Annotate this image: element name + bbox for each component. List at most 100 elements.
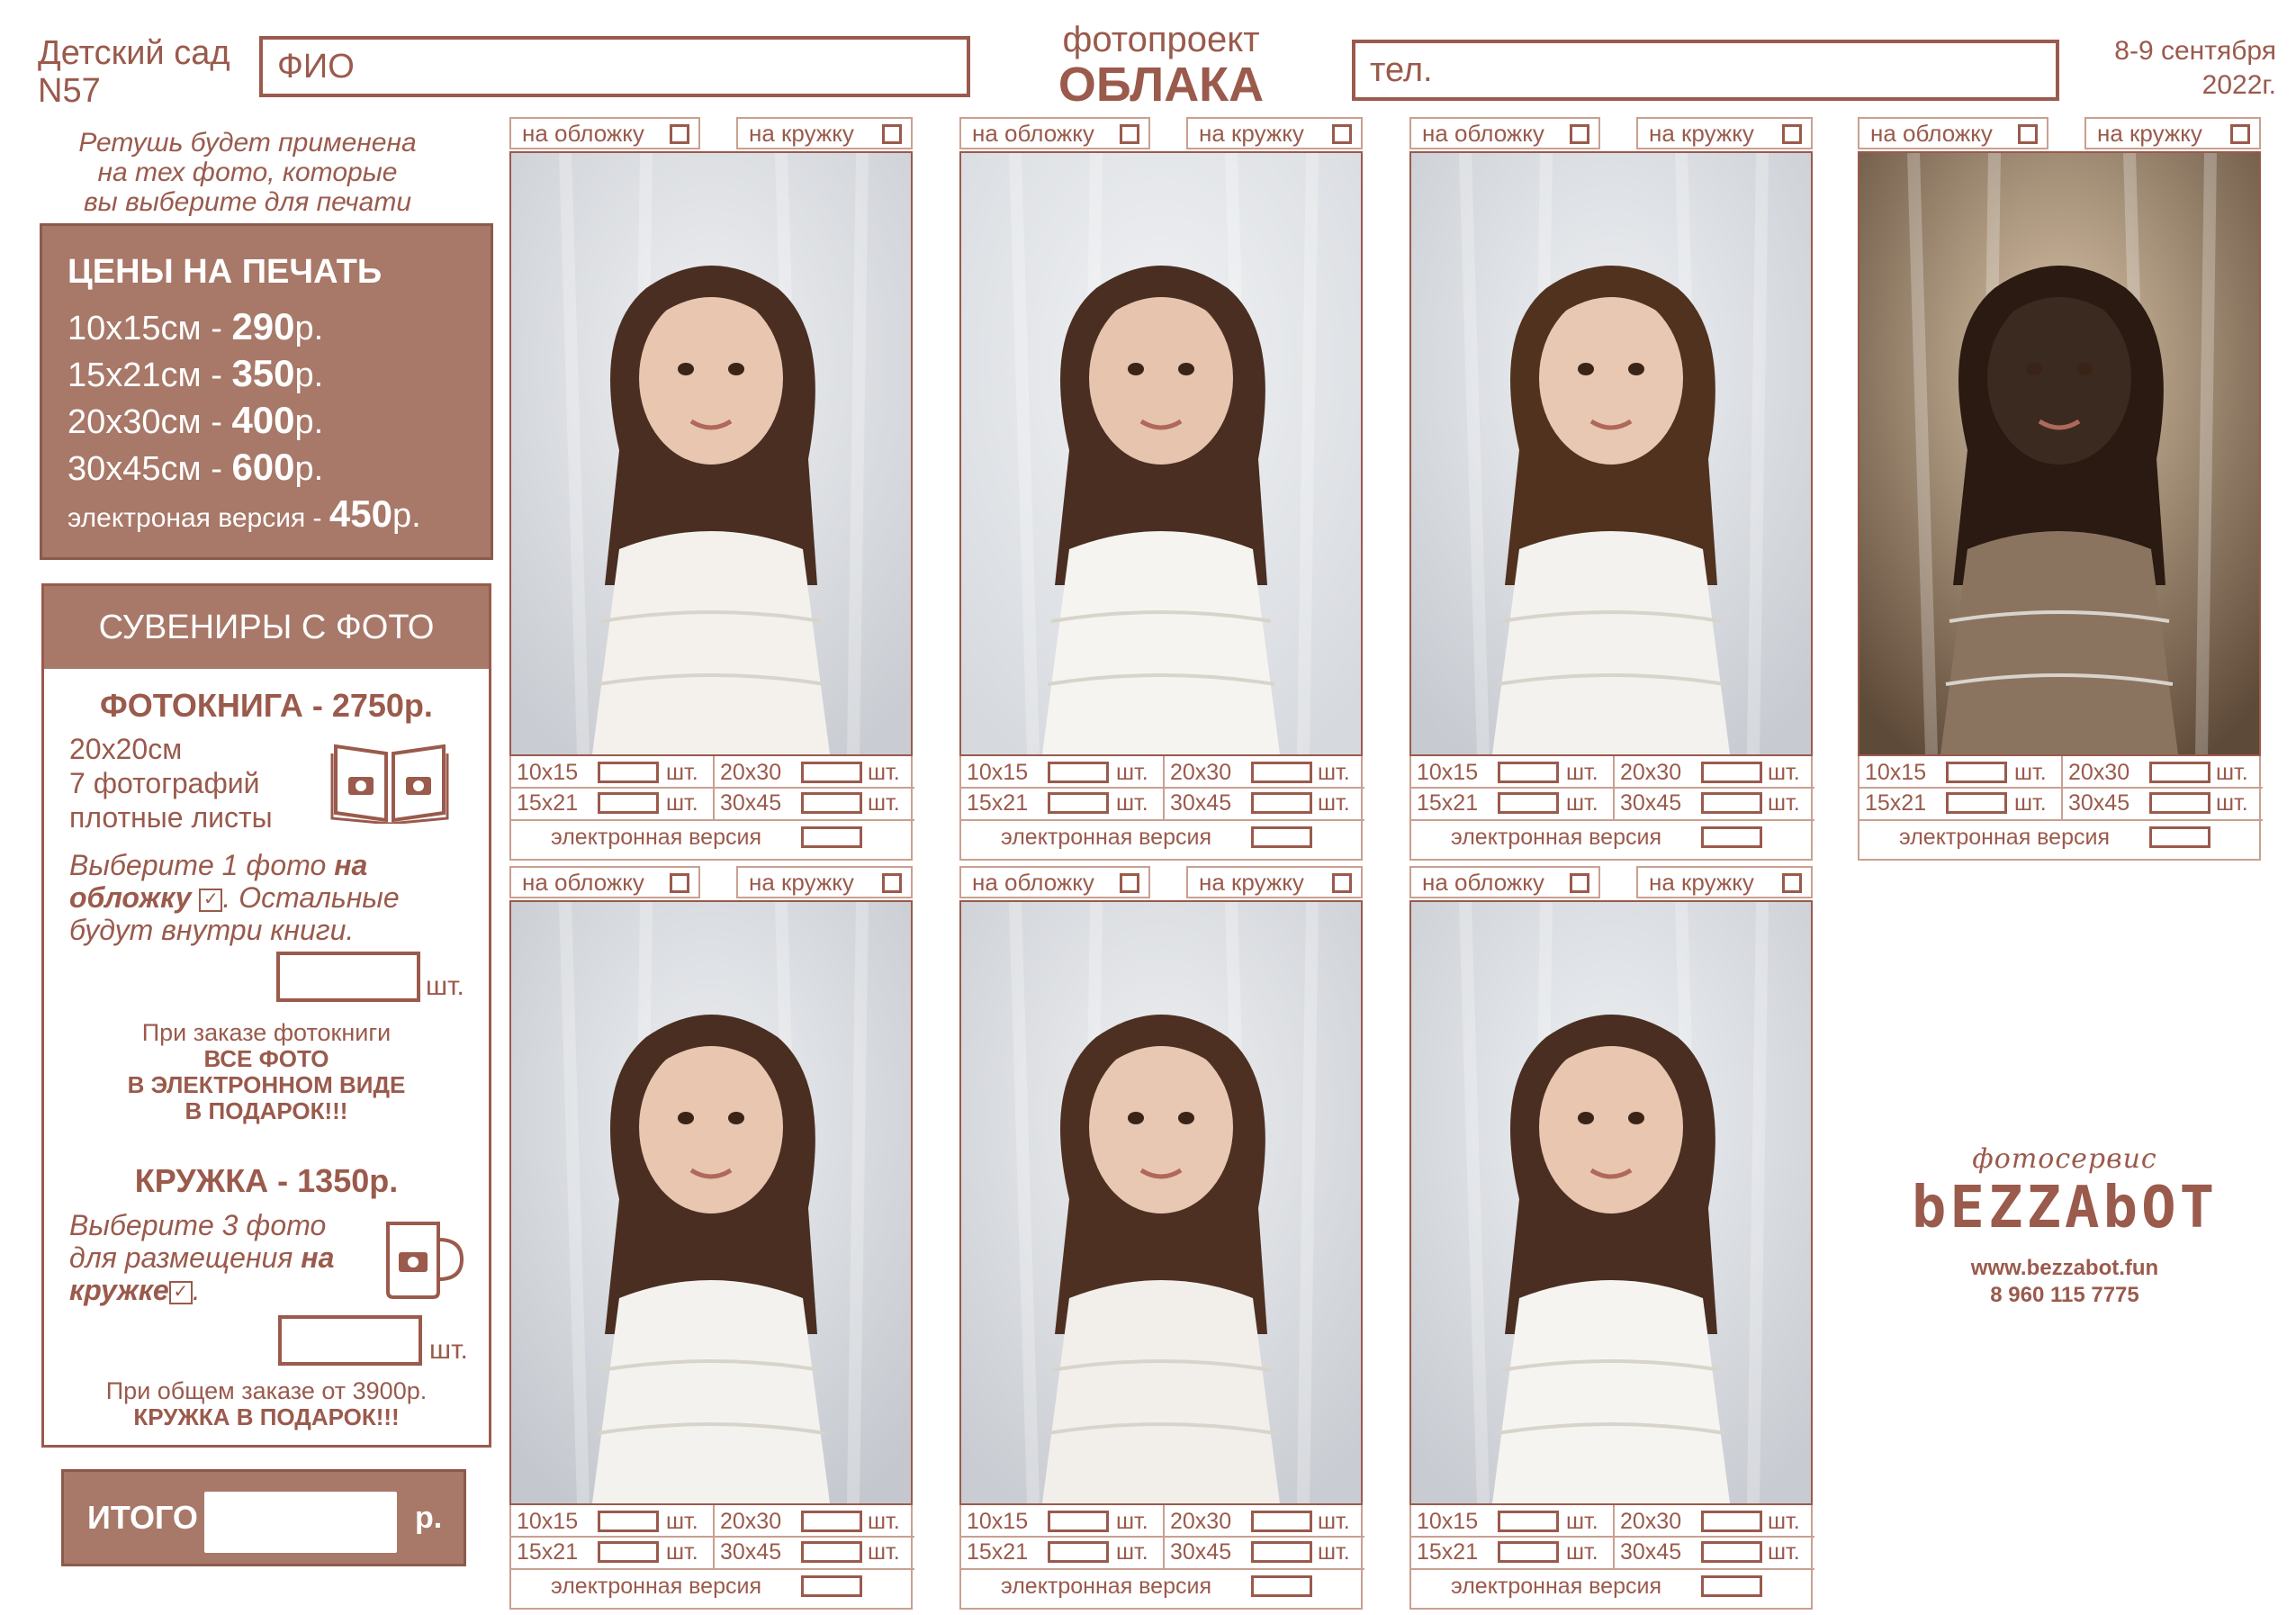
qty-input-15x21[interactable] [1498, 792, 1559, 814]
cover-option[interactable]: на обложку [509, 866, 700, 898]
qty-input-30x45[interactable] [2149, 792, 2210, 814]
cover-checkbox[interactable] [1570, 873, 1589, 893]
cover-option[interactable]: на обложку [509, 117, 700, 149]
qty-input-10x15[interactable] [1946, 762, 2007, 783]
website[interactable]: www.bezzabot.fun [1894, 1255, 2236, 1282]
cover-checkbox[interactable] [670, 124, 689, 144]
portrait-photo[interactable] [959, 151, 1363, 756]
mug-option[interactable]: на кружку [736, 866, 913, 898]
mug-checkbox[interactable] [2230, 124, 2250, 144]
mug-checkbox[interactable] [1332, 873, 1352, 893]
qty-input-30x45[interactable] [1251, 792, 1312, 814]
price-row: 15x21см - 350р. [68, 351, 491, 398]
cover-checkbox[interactable] [670, 873, 689, 893]
qty-input-20x30[interactable] [1701, 1511, 1762, 1532]
unit-label: шт. [868, 1539, 900, 1565]
qty-input-10x15[interactable] [1048, 762, 1109, 783]
cover-checkbox[interactable] [2018, 124, 2038, 144]
qty-input-10x15[interactable] [598, 1511, 659, 1532]
mug-qty-input[interactable] [278, 1315, 422, 1366]
price-size: 20x30см - [68, 403, 232, 441]
electronic-checkbox[interactable] [801, 1575, 862, 1597]
souvenirs-panel: СУВЕНИРЫ С ФОТО ФОТОКНИГА - 2750р. 20x20… [41, 583, 491, 1448]
qty-input-15x21[interactable] [1498, 1541, 1559, 1563]
phone-number: 8 960 115 7775 [1990, 1283, 2139, 1307]
cover-option[interactable]: на обложку [1858, 117, 2048, 149]
name-field[interactable]: ФИО [259, 36, 970, 97]
qty-input-20x30[interactable] [801, 1511, 862, 1532]
mug-checkbox[interactable] [1782, 873, 1802, 893]
mug-checkbox[interactable] [1782, 124, 1802, 144]
electronic-checkbox[interactable] [1251, 1575, 1312, 1597]
cover-option[interactable]: на обложку [959, 117, 1150, 149]
cover-checkbox[interactable] [1120, 124, 1139, 144]
cover-label: на обложку [1870, 120, 1993, 147]
photobook-qty-unit: шт. [426, 971, 464, 1001]
portrait-photo[interactable] [1409, 900, 1813, 1505]
size-label: 15x21 [1417, 1539, 1479, 1565]
qty-input-10x15[interactable] [1048, 1511, 1109, 1532]
mug-option[interactable]: на кружку [1186, 117, 1363, 149]
photobook-qty-input[interactable] [276, 952, 420, 1002]
qty-input-15x21[interactable] [1946, 792, 2007, 814]
cover-option[interactable]: на обложку [1409, 866, 1600, 898]
grid-divider [511, 1568, 914, 1570]
qty-input-30x45[interactable] [801, 792, 862, 814]
mug-option[interactable]: на кружку [1636, 866, 1813, 898]
electronic-checkbox[interactable] [1701, 1575, 1762, 1597]
portrait-photo[interactable] [1409, 151, 1813, 756]
size-label: 20x30 [1170, 1509, 1232, 1534]
mug-checkbox[interactable] [882, 873, 902, 893]
photobook-spec: плотные листы [69, 801, 273, 834]
qty-input-20x30[interactable] [801, 762, 862, 783]
qty-input-15x21[interactable] [1048, 1541, 1109, 1563]
mug-checkbox[interactable] [882, 124, 902, 144]
qty-input-30x45[interactable] [1251, 1541, 1312, 1563]
unit-label: шт. [868, 790, 900, 816]
qty-input-10x15[interactable] [598, 762, 659, 783]
total-input[interactable] [204, 1492, 397, 1553]
unit-label: шт. [1318, 1539, 1350, 1565]
portrait-photo[interactable] [959, 900, 1363, 1505]
electronic-label: электронная версия [551, 1574, 761, 1599]
mug-option[interactable]: на кружку [1636, 117, 1813, 149]
qty-input-30x45[interactable] [1701, 1541, 1762, 1563]
cover-label: на обложку [522, 869, 644, 896]
date-line-2: 2022г. [2201, 70, 2276, 100]
qty-input-20x30[interactable] [1701, 762, 1762, 783]
cover-option[interactable]: на обложку [1409, 117, 1600, 149]
size-label: 10x15 [1417, 760, 1479, 785]
electronic-label: электронная версия [1001, 1574, 1211, 1599]
portrait-photo[interactable] [1858, 151, 2261, 756]
portrait-photo[interactable] [509, 151, 913, 756]
qty-input-15x21[interactable] [598, 792, 659, 814]
electronic-checkbox[interactable] [801, 826, 862, 848]
mug-option[interactable]: на кружку [736, 117, 913, 149]
qty-input-20x30[interactable] [1251, 762, 1312, 783]
qty-input-15x21[interactable] [598, 1541, 659, 1563]
mug-option[interactable]: на кружку [2084, 117, 2261, 149]
phone-field[interactable]: тел. [1352, 40, 2059, 101]
mug-checkbox[interactable] [1332, 124, 1352, 144]
cover-option[interactable]: на обложку [959, 866, 1150, 898]
qty-input-30x45[interactable] [1701, 792, 1762, 814]
qty-input-20x30[interactable] [1251, 1511, 1312, 1532]
electronic-label: электронная версия [1451, 825, 1661, 850]
qty-input-20x30[interactable] [2149, 762, 2210, 783]
qty-input-15x21[interactable] [1048, 792, 1109, 814]
unit-label: шт. [2014, 760, 2047, 785]
electronic-checkbox[interactable] [2149, 826, 2210, 848]
size-label: 20x30 [1620, 760, 1682, 785]
mug-option[interactable]: на кружку [1186, 866, 1363, 898]
portrait-photo[interactable] [509, 900, 913, 1505]
unit-label: шт. [1566, 790, 1598, 816]
electronic-checkbox[interactable] [1701, 826, 1762, 848]
cover-checkbox[interactable] [1570, 124, 1589, 144]
qty-input-30x45[interactable] [801, 1541, 862, 1563]
qty-input-10x15[interactable] [1498, 762, 1559, 783]
qty-input-10x15[interactable] [1498, 1511, 1559, 1532]
cover-checkbox[interactable] [1120, 873, 1139, 893]
size-label: 15x21 [517, 1539, 579, 1565]
electronic-checkbox[interactable] [1251, 826, 1312, 848]
electronic-label: электронная версия [1451, 1574, 1661, 1599]
